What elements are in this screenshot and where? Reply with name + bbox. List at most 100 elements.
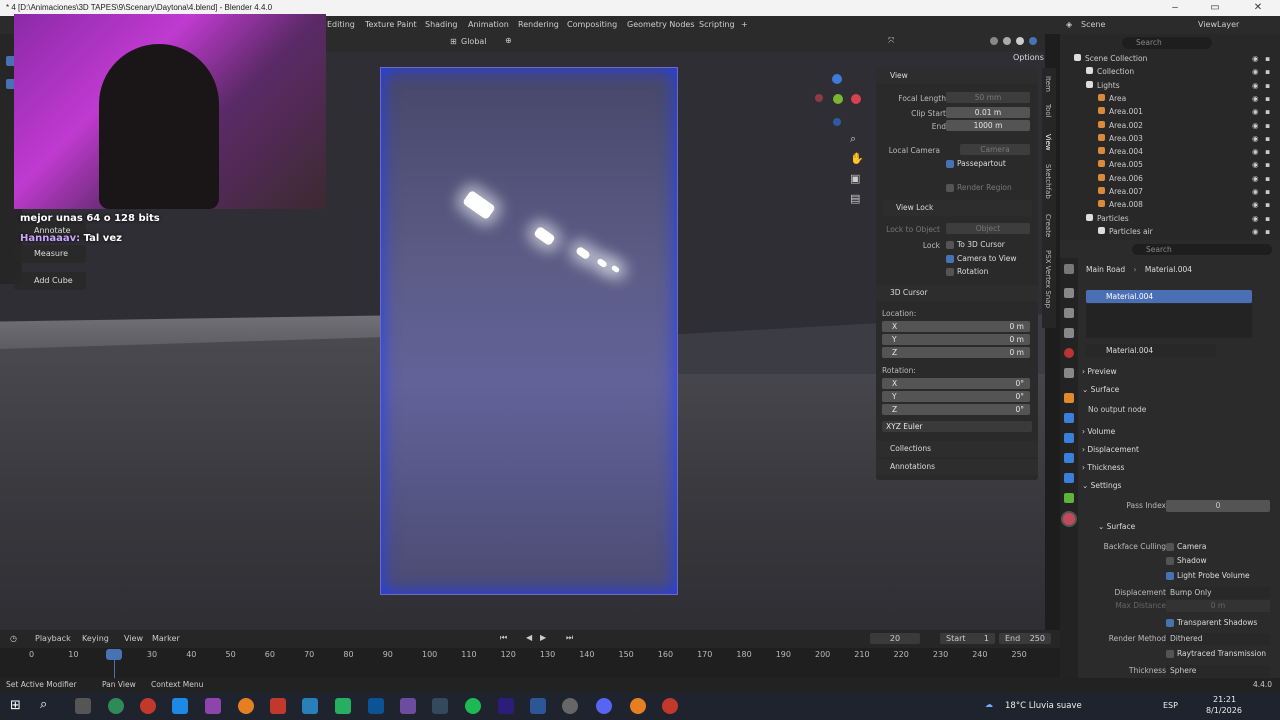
eye-icon[interactable]: ◉ [1252, 92, 1259, 105]
render-method-dropdown[interactable]: Dithered [1166, 633, 1270, 645]
transparent-shadows-checkbox[interactable]: Transparent Shadows [1166, 616, 1257, 630]
outliner-row[interactable]: Area.008 ◉ ▪ [1060, 198, 1280, 211]
play-reverse-icon[interactable]: ◀ [526, 633, 532, 642]
eye-icon[interactable]: ◉ [1252, 119, 1259, 132]
eye-icon[interactable]: ◉ [1252, 52, 1259, 65]
camera-render-icon[interactable]: ▪ [1265, 225, 1270, 238]
x-axis-icon[interactable] [851, 94, 861, 104]
max-distance-field[interactable]: 0 m [1166, 600, 1270, 612]
material-slot-list[interactable] [1086, 304, 1252, 338]
taskview-icon[interactable] [75, 698, 91, 714]
pivot-icon[interactable]: ⊕ [505, 36, 512, 45]
view-lock-header[interactable]: View Lock [882, 200, 1032, 216]
modifier-tab-icon[interactable] [1064, 413, 1074, 423]
outliner-row[interactable]: Area.007 ◉ ▪ [1060, 185, 1280, 198]
camera-to-view-checkbox[interactable]: Camera to View [946, 254, 1017, 263]
neg-z-axis-icon[interactable] [833, 118, 841, 126]
focal-length-field[interactable]: 50 mm [946, 92, 1030, 103]
close-icon[interactable]: ✕ [1238, 0, 1278, 16]
timeline-editor-icon[interactable]: ◷ [10, 634, 17, 643]
neg-x-axis-icon[interactable] [815, 94, 823, 102]
displacement-section[interactable]: › Displacement [1082, 442, 1276, 458]
viewlayer-name[interactable]: ViewLayer [1198, 16, 1239, 34]
object-tab-icon[interactable] [1064, 393, 1074, 403]
preview-section[interactable]: › Preview [1082, 364, 1276, 380]
constraints-tab-icon[interactable] [1064, 473, 1074, 483]
measure-tool[interactable]: Measure [14, 245, 86, 263]
eye-icon[interactable]: ◉ [1252, 79, 1259, 92]
keying-menu[interactable]: Keying [82, 634, 109, 643]
scene-tab-icon[interactable] [1064, 348, 1074, 358]
collections-header[interactable]: Collections [876, 441, 1038, 457]
tab-scripting[interactable]: Scripting [699, 16, 735, 34]
outliner-row[interactable]: Area.005 ◉ ▪ [1060, 158, 1280, 171]
rotation-mode-dropdown[interactable]: XYZ Euler [882, 421, 1032, 432]
eye-icon[interactable]: ◉ [1252, 172, 1259, 185]
eye-icon[interactable]: ◉ [1252, 105, 1259, 118]
options-button[interactable]: Options [1013, 53, 1044, 62]
playback-menu[interactable]: Playback [35, 634, 71, 643]
blender-active-icon[interactable] [630, 698, 646, 714]
camera-render-icon[interactable]: ▪ [1265, 172, 1270, 185]
camera-view-icon[interactable]: ▣ [850, 172, 860, 185]
add-cube-tool[interactable]: Add Cube [14, 272, 86, 290]
light-probe-volume-checkbox[interactable]: Light Probe Volume [1166, 569, 1250, 583]
opera-icon[interactable] [140, 698, 156, 714]
3d-cursor-header[interactable]: 3D Cursor [876, 285, 1038, 301]
output-tab-icon[interactable] [1064, 308, 1074, 318]
camera-render-icon[interactable]: ▪ [1265, 185, 1270, 198]
render-region-checkbox[interactable]: Render Region [946, 183, 1012, 192]
tab-tool[interactable]: Tool [1044, 104, 1052, 118]
view-menu[interactable]: View [124, 634, 143, 643]
camera-render-icon[interactable]: ▪ [1265, 158, 1270, 171]
camera-render-icon[interactable]: ▪ [1265, 92, 1270, 105]
camera-render-icon[interactable]: ▪ [1265, 119, 1270, 132]
shading-rendered-icon[interactable] [1029, 37, 1037, 45]
camera-render-icon[interactable]: ▪ [1265, 52, 1270, 65]
minimize-icon[interactable]: – [1155, 0, 1195, 16]
lock-to-object-field[interactable]: Object [946, 223, 1030, 234]
app3-icon[interactable] [432, 698, 448, 714]
marker-menu[interactable]: Marker [152, 634, 180, 643]
material-name-field[interactable]: Material.004 [1086, 344, 1216, 357]
eye-icon[interactable]: ◉ [1252, 198, 1259, 211]
start-frame-field[interactable]: Start 1 [940, 633, 995, 644]
rot-y-field[interactable]: Y 0° [882, 391, 1030, 402]
photos-icon[interactable] [302, 698, 318, 714]
tab-texture-paint[interactable]: Texture Paint [365, 16, 417, 34]
surface-section[interactable]: ⌄ Surface [1082, 382, 1276, 398]
app2-icon[interactable] [400, 698, 416, 714]
local-camera-field[interactable]: Camera [960, 144, 1030, 155]
language-indicator[interactable]: ESP [1163, 701, 1178, 710]
outliner-row[interactable]: Particles ◉ ▪ [1060, 212, 1280, 225]
cursor-y-field[interactable]: Y0 m [882, 334, 1030, 345]
clip-end-field[interactable]: 1000 m [946, 120, 1030, 131]
discord-icon[interactable] [596, 698, 612, 714]
camera-render-icon[interactable]: ▪ [1265, 65, 1270, 78]
particles-tab-icon[interactable] [1064, 433, 1074, 443]
playhead[interactable] [106, 649, 122, 660]
tab-compositing[interactable]: Compositing [567, 16, 617, 34]
world-tab-icon[interactable] [1064, 368, 1074, 378]
clock-time[interactable]: 21:21 [1213, 695, 1236, 704]
tab-sketchfab[interactable]: Sketchfab [1044, 164, 1052, 199]
eye-icon[interactable]: ◉ [1252, 225, 1259, 238]
camera-render-icon[interactable]: ▪ [1265, 145, 1270, 158]
eye-icon[interactable]: ◉ [1252, 185, 1259, 198]
properties-search[interactable]: Search [1132, 244, 1272, 255]
clip-start-field[interactable]: 0.01 m [946, 107, 1030, 118]
spotify-icon[interactable] [465, 698, 481, 714]
tab-animation[interactable]: Animation [468, 16, 509, 34]
physics-tab-icon[interactable] [1064, 453, 1074, 463]
volume-section[interactable]: › Volume [1082, 424, 1276, 440]
end-frame-field[interactable]: End 250 [999, 633, 1051, 644]
z-axis-icon[interactable] [832, 74, 842, 84]
thickness-section[interactable]: › Thickness [1082, 460, 1276, 476]
tab-rendering[interactable]: Rendering [518, 16, 559, 34]
rot-z-field[interactable]: Z 0° [882, 404, 1030, 415]
cursor-x-field[interactable]: X0 m [882, 321, 1030, 332]
data-tab-icon[interactable] [1064, 493, 1074, 503]
material-tab-icon[interactable] [1063, 513, 1075, 525]
word-icon[interactable] [530, 698, 546, 714]
chrome-icon[interactable] [108, 698, 124, 714]
